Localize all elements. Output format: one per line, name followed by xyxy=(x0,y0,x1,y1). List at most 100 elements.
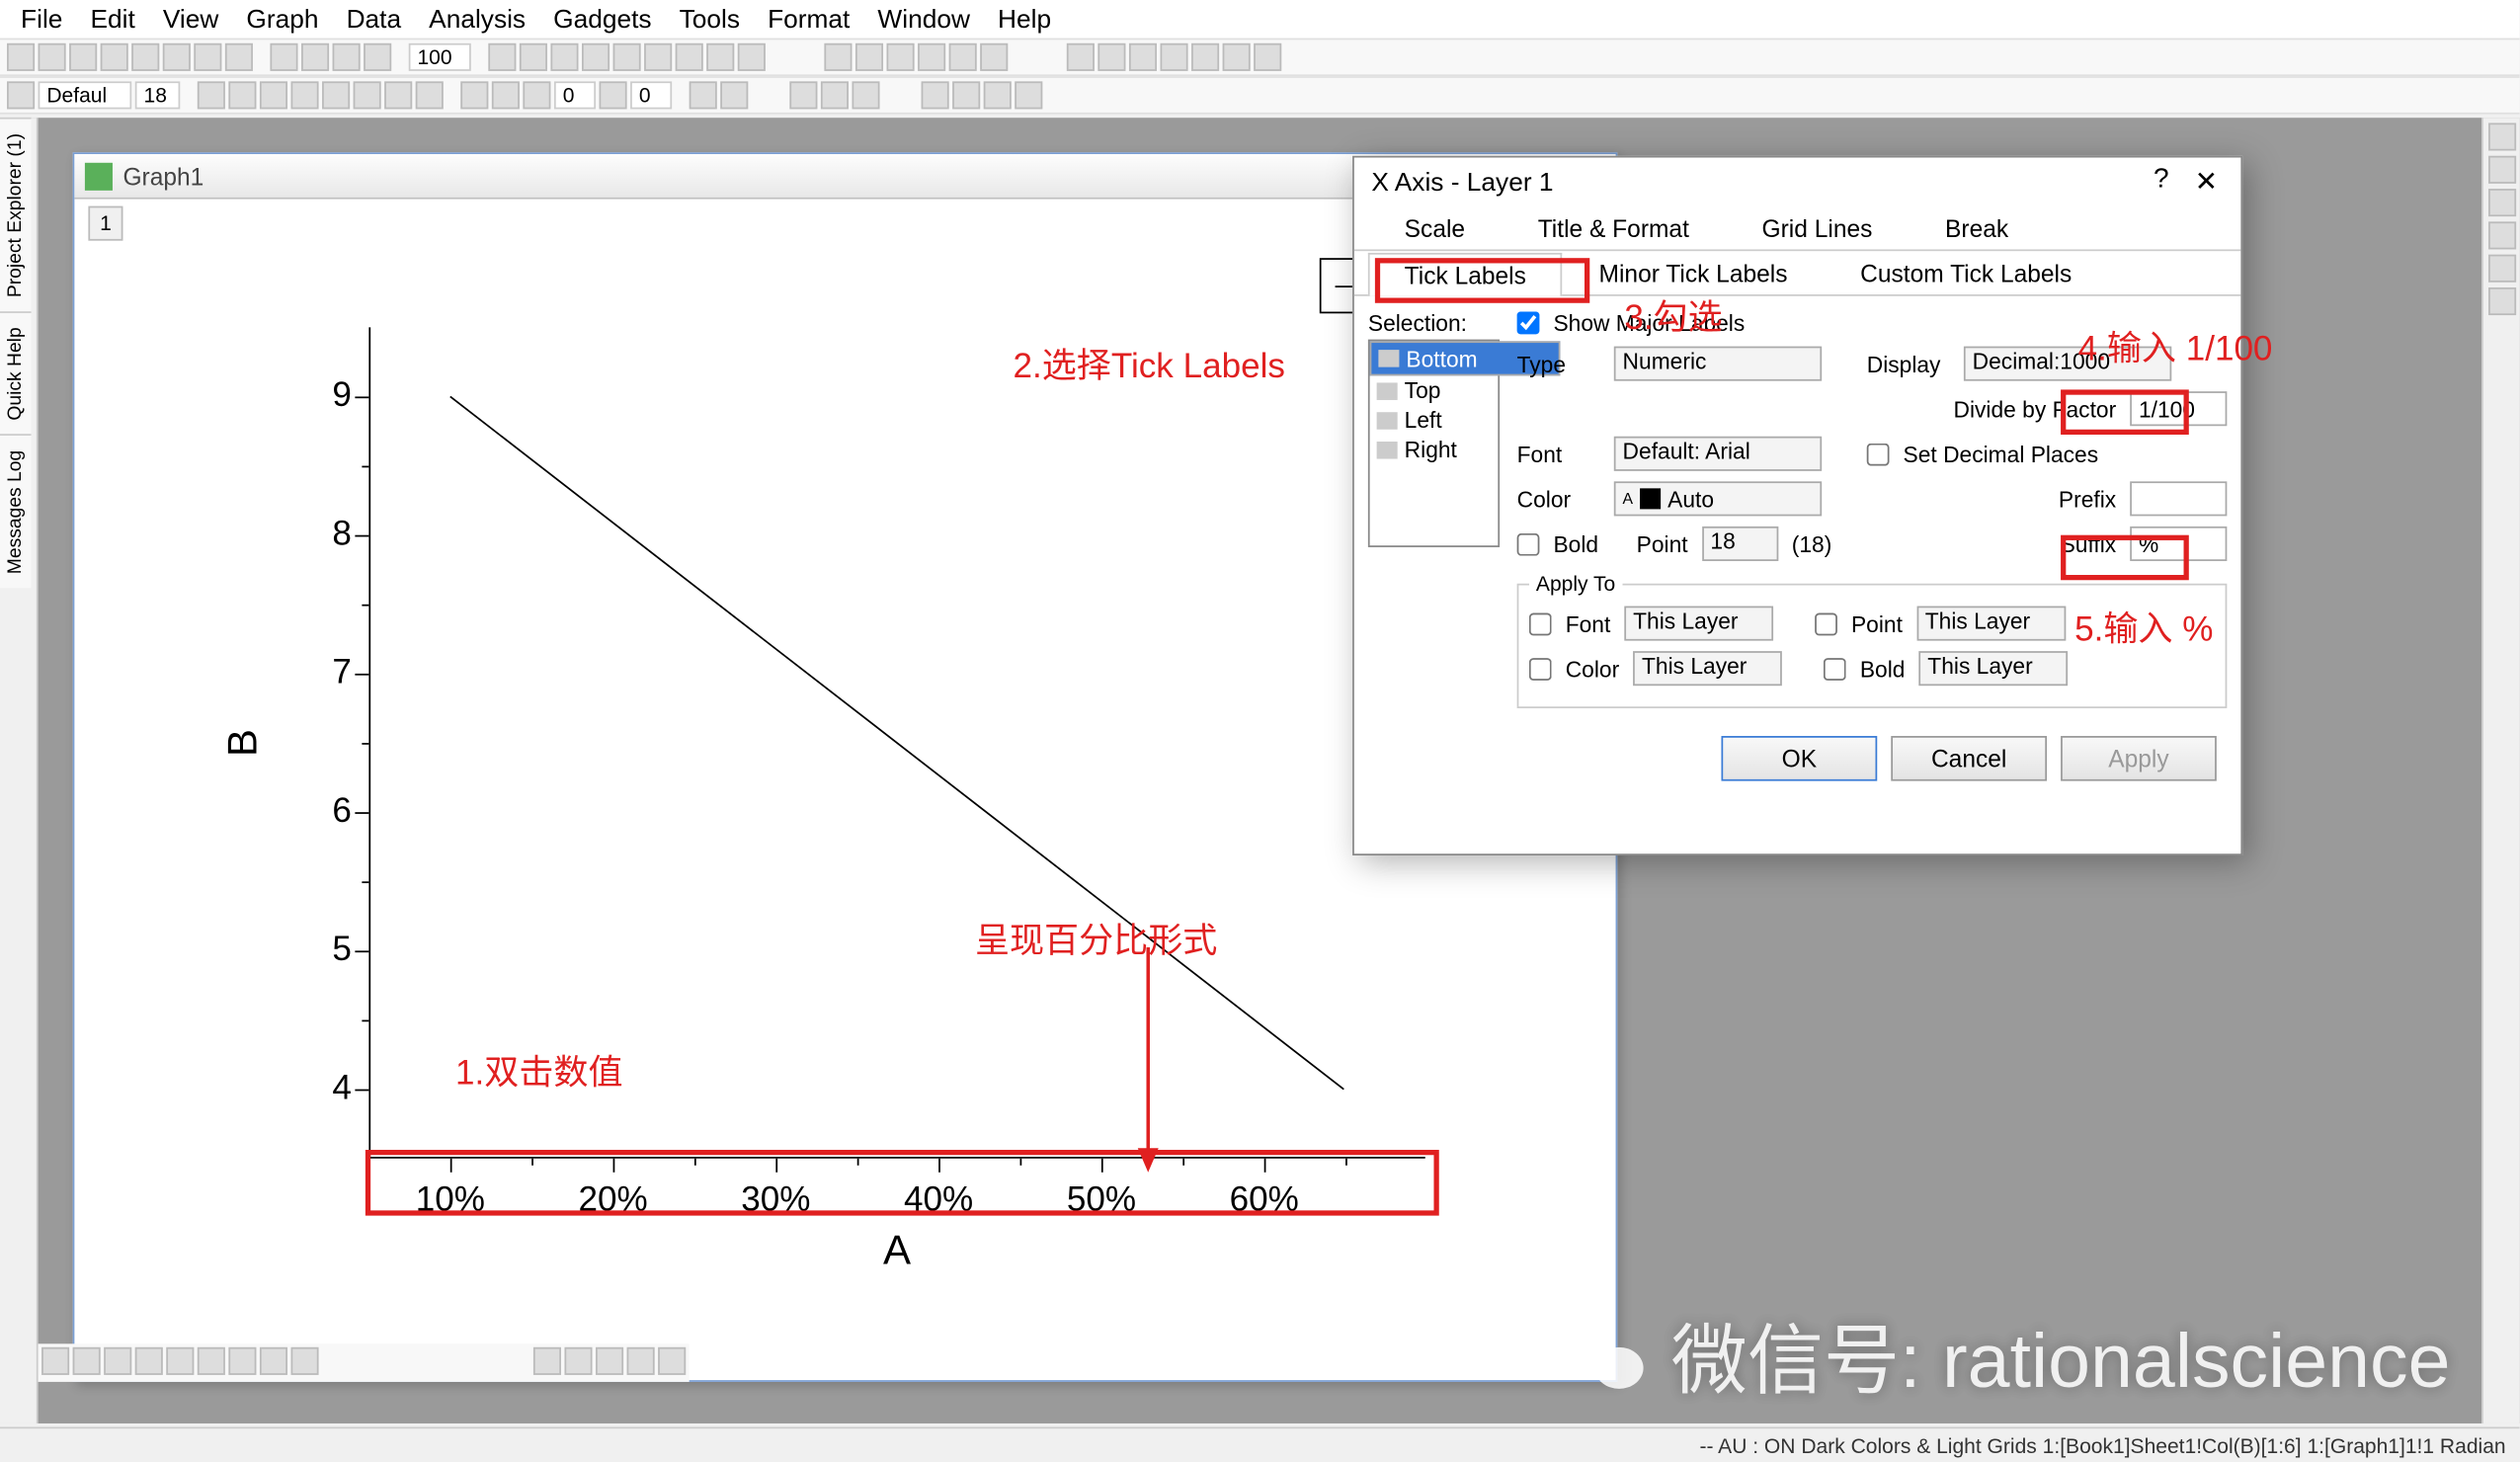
zoom-out-icon[interactable] xyxy=(855,43,883,71)
apply-button[interactable]: Apply xyxy=(2061,736,2217,781)
line-plot-icon[interactable] xyxy=(73,1347,101,1375)
contour-icon[interactable] xyxy=(260,1347,287,1375)
y-axis-label[interactable]: B xyxy=(220,729,269,757)
dialog-titlebar[interactable]: X Axis - Layer 1 ? ✕ xyxy=(1354,158,2241,206)
layer-icon[interactable] xyxy=(550,43,578,71)
font-select[interactable]: Default: Arial xyxy=(1614,437,1822,471)
color-select[interactable]: AAuto xyxy=(1614,481,1822,516)
copy-icon[interactable] xyxy=(301,43,329,71)
results-log-icon[interactable] xyxy=(2487,189,2515,216)
stat-icon[interactable] xyxy=(658,1347,686,1375)
show-major-labels-checkbox[interactable] xyxy=(1517,312,1540,335)
selection-list[interactable]: Bottom Top Left Right xyxy=(1368,340,1500,547)
gs-icon[interactable] xyxy=(1191,43,1219,71)
y-axis[interactable] xyxy=(368,327,370,1158)
open-icon[interactable] xyxy=(163,43,191,71)
data-line[interactable] xyxy=(368,327,1424,1158)
tab-scale[interactable]: Scale xyxy=(1368,206,1502,250)
menu-format[interactable]: Format xyxy=(758,4,860,36)
menu-data[interactable]: Data xyxy=(336,4,412,36)
suffix-input[interactable] xyxy=(2130,527,2227,561)
point-select[interactable]: 18 xyxy=(1702,527,1778,561)
applyto-bold-checkbox[interactable] xyxy=(1824,657,1846,680)
project-explorer-tab[interactable]: Project Explorer (1) xyxy=(0,118,32,311)
tab-grid-lines[interactable]: Grid Lines xyxy=(1726,206,1909,250)
exchange-xy-icon[interactable] xyxy=(706,43,734,71)
cancel-button[interactable]: Cancel xyxy=(1891,736,2047,781)
set-decimal-checkbox[interactable] xyxy=(1867,443,1890,465)
menu-edit[interactable]: Edit xyxy=(80,4,145,36)
reader-icon[interactable] xyxy=(949,43,977,71)
import-icon[interactable] xyxy=(225,43,253,71)
tab-tick-labels[interactable]: Tick Labels xyxy=(1368,253,1563,296)
bar-plot-icon[interactable] xyxy=(135,1347,163,1375)
menu-view[interactable]: View xyxy=(152,4,229,36)
new-graph-icon[interactable] xyxy=(101,43,128,71)
rotate-icon[interactable] xyxy=(1097,43,1125,71)
vector-icon[interactable] xyxy=(564,1347,592,1375)
lighting-icon[interactable] xyxy=(1129,43,1157,71)
tab-custom-tick-labels[interactable]: Custom Tick Labels xyxy=(1824,251,2108,294)
axis-dialog[interactable]: X Axis - Layer 1 ? ✕ Scale Title & Forma… xyxy=(1352,156,2242,855)
font-size-input[interactable] xyxy=(135,81,181,109)
line-style-icon[interactable] xyxy=(460,81,488,109)
applyto-color-scope[interactable]: This Layer xyxy=(1633,651,1782,686)
applyto-font-scope[interactable]: This Layer xyxy=(1624,607,1773,641)
rescale-icon[interactable] xyxy=(520,43,547,71)
merge-icon[interactable] xyxy=(582,43,610,71)
italic-icon[interactable] xyxy=(228,81,256,109)
selection-left[interactable]: Left xyxy=(1370,405,1499,435)
wire-icon[interactable] xyxy=(1161,43,1188,71)
line-width-icon[interactable] xyxy=(492,81,520,109)
font-name-input[interactable] xyxy=(39,81,132,109)
selection-top[interactable]: Top xyxy=(1370,375,1499,405)
align-icon[interactable] xyxy=(952,81,980,109)
other-dock2-icon[interactable] xyxy=(2487,287,2515,315)
print-icon[interactable] xyxy=(270,43,297,71)
other-dock-icon[interactable] xyxy=(2487,255,2515,283)
marker-icon[interactable] xyxy=(720,81,748,109)
cmd-icon[interactable] xyxy=(2487,221,2515,249)
mark2-icon[interactable] xyxy=(821,81,849,109)
3d-icon[interactable] xyxy=(291,1347,319,1375)
applyto-point-scope[interactable]: This Layer xyxy=(1916,607,2066,641)
plot-setup-icon[interactable] xyxy=(488,43,516,71)
font-color-icon[interactable] xyxy=(384,81,412,109)
tab-minor-tick-labels[interactable]: Minor Tick Labels xyxy=(1563,251,1825,294)
tab-title-format[interactable]: Title & Format xyxy=(1502,206,1726,250)
pan-icon[interactable] xyxy=(887,43,915,71)
mask-icon[interactable] xyxy=(789,81,817,109)
divide-by-factor-input[interactable] xyxy=(2130,391,2227,426)
line-color-icon[interactable] xyxy=(523,81,550,109)
paste-icon[interactable] xyxy=(333,43,361,71)
x-axis-label[interactable]: A xyxy=(883,1228,911,1276)
display-select[interactable]: Decimal:1000 xyxy=(1964,347,2171,381)
aux1-icon[interactable] xyxy=(1223,43,1251,71)
type-select[interactable]: Numeric xyxy=(1614,347,1822,381)
fill-input[interactable] xyxy=(630,81,672,109)
line-width-input[interactable] xyxy=(554,81,596,109)
prefix-input[interactable] xyxy=(2130,481,2227,516)
hist-icon[interactable] xyxy=(627,1347,655,1375)
layer-indicator[interactable]: 1 xyxy=(88,206,122,241)
subscript-icon[interactable] xyxy=(322,81,350,109)
arrange-icon[interactable] xyxy=(922,81,949,109)
column-plot-icon[interactable] xyxy=(166,1347,194,1375)
save-icon[interactable] xyxy=(194,43,221,71)
ok-button[interactable]: OK xyxy=(1721,736,1877,781)
zoom-all-icon[interactable] xyxy=(918,43,945,71)
menu-file[interactable]: File xyxy=(11,4,73,36)
new-project-icon[interactable] xyxy=(7,43,35,71)
aux2-icon[interactable] xyxy=(1254,43,1281,71)
object-manager-icon[interactable] xyxy=(2487,122,2515,150)
dialog-close-button[interactable]: ✕ xyxy=(2189,165,2224,200)
group-icon[interactable] xyxy=(984,81,1012,109)
applyto-color-checkbox[interactable] xyxy=(1529,657,1552,680)
underline-icon[interactable] xyxy=(260,81,287,109)
messages-log-tab[interactable]: Messages Log xyxy=(0,434,32,587)
menu-analysis[interactable]: Analysis xyxy=(419,4,536,36)
bold-checkbox[interactable] xyxy=(1517,532,1540,555)
applyto-point-checkbox[interactable] xyxy=(1815,612,1837,635)
new-workbook-icon[interactable] xyxy=(39,43,66,71)
menu-window[interactable]: Window xyxy=(867,4,981,36)
